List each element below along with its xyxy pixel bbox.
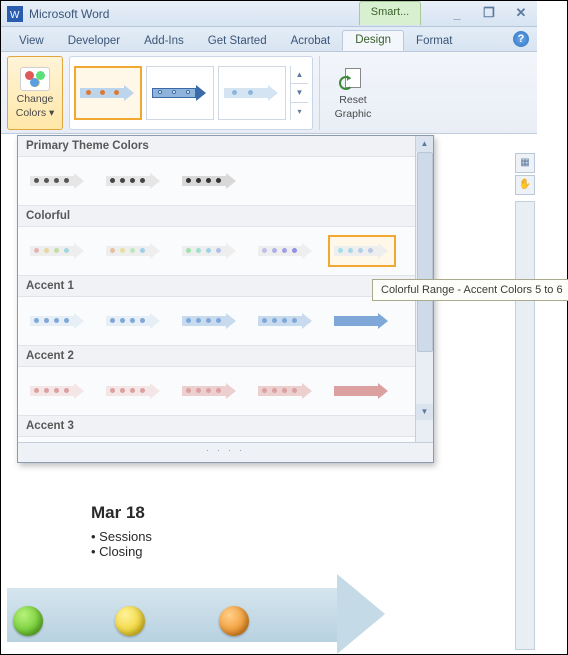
- scroll-down-icon[interactable]: ▼: [416, 404, 433, 420]
- restore-button[interactable]: ❐: [477, 4, 501, 22]
- tab-format[interactable]: Format: [404, 32, 464, 51]
- gallery-expand-icon[interactable]: ▾: [291, 103, 308, 120]
- ruler-toggle-icon[interactable]: ▦: [515, 153, 535, 173]
- document-view-icons: ▦ ✋: [515, 153, 535, 195]
- smartart-node-green[interactable]: [13, 606, 43, 636]
- slide-date-heading: Mar 18: [91, 503, 152, 523]
- color-scheme-item[interactable]: [100, 165, 168, 197]
- ribbon-tabs: View Developer Add-Ins Get Started Acrob…: [1, 27, 537, 52]
- smartart-style-gallery: ▲ ▼ ▾: [69, 56, 313, 130]
- color-scheme-item[interactable]: [328, 305, 396, 337]
- svg-text:W: W: [10, 10, 20, 21]
- color-scheme-item[interactable]: [252, 305, 320, 337]
- bullet-list: Sessions Closing: [91, 529, 152, 559]
- color-scheme-item[interactable]: [176, 375, 244, 407]
- color-scheme-item[interactable]: [176, 305, 244, 337]
- gallery-section-header: Primary Theme Colors: [18, 136, 415, 157]
- color-scheme-item[interactable]: [328, 375, 396, 407]
- gallery-section-header: Accent 3: [18, 415, 415, 437]
- pan-hand-icon[interactable]: ✋: [515, 175, 535, 195]
- word-app-icon: W: [7, 6, 23, 22]
- color-scheme-item[interactable]: [24, 235, 92, 267]
- color-scheme-item[interactable]: [100, 375, 168, 407]
- reset-graphic-button[interactable]: Reset Graphic: [326, 56, 380, 130]
- smartart-node-orange[interactable]: [219, 606, 249, 636]
- tab-getstarted[interactable]: Get Started: [196, 32, 279, 51]
- color-scheme-item[interactable]: [252, 235, 320, 267]
- gallery-resize-strip[interactable]: . . . .: [18, 442, 433, 462]
- style-thumb[interactable]: [218, 66, 286, 120]
- gallery-scroll-up-icon[interactable]: ▲: [291, 66, 308, 84]
- help-icon[interactable]: ?: [513, 31, 529, 47]
- style-gallery-more[interactable]: ▲ ▼ ▾: [290, 66, 308, 120]
- color-swatch-icon: [20, 67, 50, 91]
- reset-graphic-icon: [339, 66, 367, 92]
- smartart-node-yellow[interactable]: [115, 606, 145, 636]
- bullet-item: Sessions: [91, 529, 152, 544]
- gallery-scroll-down-icon[interactable]: ▼: [291, 84, 308, 102]
- tab-view[interactable]: View: [7, 32, 56, 51]
- scroll-thumb[interactable]: [417, 152, 433, 352]
- gallery-section-header: Colorful: [18, 205, 415, 227]
- gallery-section-header: Accent 1: [18, 275, 415, 297]
- ribbon-separator: [319, 56, 320, 130]
- titlebar: W Microsoft Word Smart... _ ❐ ✕: [1, 1, 537, 27]
- color-scheme-item[interactable]: [100, 235, 168, 267]
- ribbon: Change Colors ▾ ▲ ▼ ▾: [1, 52, 537, 134]
- color-scheme-item[interactable]: [176, 165, 244, 197]
- color-scheme-item[interactable]: [24, 375, 92, 407]
- scroll-up-icon[interactable]: ▲: [416, 136, 433, 152]
- color-scheme-item[interactable]: [252, 375, 320, 407]
- smartart-arrow-head: [337, 574, 385, 654]
- bullet-item: Closing: [91, 544, 152, 559]
- tab-design[interactable]: Design: [342, 30, 404, 51]
- tab-developer[interactable]: Developer: [56, 32, 132, 51]
- app-title: Microsoft Word: [29, 7, 109, 21]
- close-button[interactable]: ✕: [509, 4, 533, 22]
- tab-addins[interactable]: Add-Ins: [132, 32, 196, 51]
- smartart-arrow-body: [7, 588, 337, 642]
- change-colors-button[interactable]: Change Colors ▾: [7, 56, 63, 130]
- tooltip: Colorful Range - Accent Colors 5 to 6: [372, 279, 568, 301]
- color-scheme-item[interactable]: [328, 235, 396, 267]
- color-scheme-item[interactable]: [24, 305, 92, 337]
- tab-acrobat[interactable]: Acrobat: [279, 32, 343, 51]
- color-scheme-item[interactable]: [176, 235, 244, 267]
- gallery-section-header: Accent 2: [18, 345, 415, 367]
- document-area: Mar 18 Sessions Closing: [7, 463, 509, 650]
- smartart-graphic[interactable]: [7, 580, 397, 650]
- contextual-tab-smartart[interactable]: Smart...: [359, 1, 421, 25]
- style-thumb[interactable]: [146, 66, 214, 120]
- color-scheme-item[interactable]: [100, 305, 168, 337]
- minimize-button[interactable]: _: [445, 4, 469, 22]
- vertical-scrollbar[interactable]: [515, 201, 535, 650]
- color-scheme-item[interactable]: [24, 165, 92, 197]
- style-thumb[interactable]: [74, 66, 142, 120]
